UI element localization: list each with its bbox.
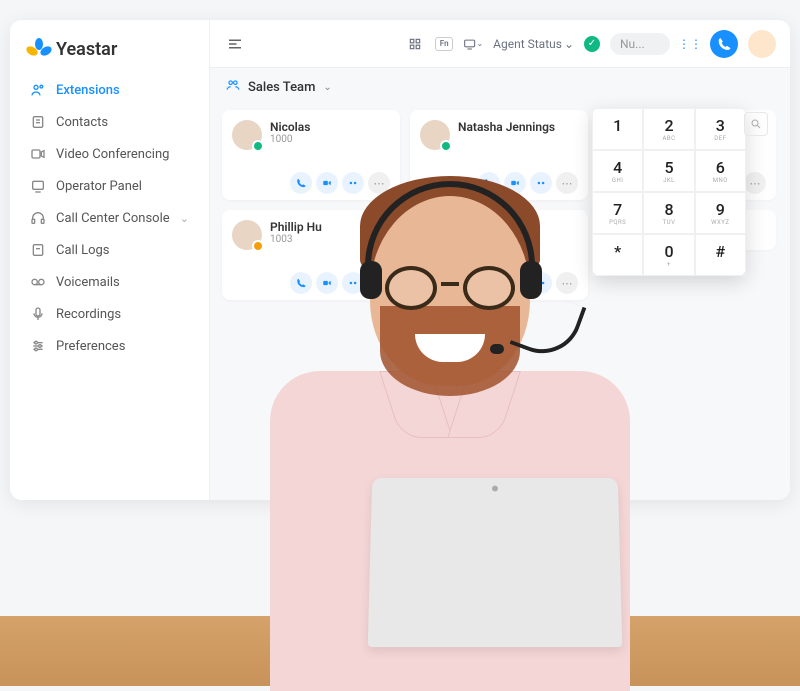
call-button[interactable] xyxy=(710,30,738,58)
laptop xyxy=(368,478,623,647)
chevron-down-icon: ⌄ xyxy=(323,82,331,93)
more-action[interactable]: ⋯ xyxy=(744,172,766,194)
microphone-icon xyxy=(30,306,46,322)
sidebar-item-label: Call Center Console xyxy=(56,211,170,226)
extensions-icon xyxy=(30,82,46,98)
voicemail-icon xyxy=(30,274,46,290)
sidebar-item-label: Recordings xyxy=(56,307,121,322)
dialpad-key-9[interactable]: 9WXYZ xyxy=(695,192,746,234)
sidebar-item-label: Extensions xyxy=(56,83,120,98)
sidebar-item-extensions[interactable]: Extensions xyxy=(20,74,199,106)
sidebar-item-contacts[interactable]: Contacts xyxy=(20,106,199,138)
operator-panel-icon xyxy=(30,178,46,194)
dialpad-key-1[interactable]: 1 xyxy=(592,108,643,150)
brand-logo: Yeastar xyxy=(20,38,199,74)
sidebar-item-call-center-console[interactable]: Call Center Console ⌄ xyxy=(20,202,199,234)
status-indicator[interactable]: ✓ xyxy=(584,36,600,52)
sidebar-item-label: Preferences xyxy=(56,339,125,354)
user-avatar[interactable] xyxy=(748,30,776,58)
call-logs-icon xyxy=(30,242,46,258)
chevron-down-icon: ⌄ xyxy=(564,37,574,51)
avatar xyxy=(232,120,262,150)
topbar: Fn ⌄ Agent Status⌄ ✓ Nu... ⋮⋮ xyxy=(210,20,790,68)
sidebar-item-recordings[interactable]: Recordings xyxy=(20,298,199,330)
avatar xyxy=(420,120,450,150)
monitor-icon[interactable]: ⌄ xyxy=(463,34,483,54)
team-name: Sales Team xyxy=(248,80,315,95)
team-icon xyxy=(226,78,240,96)
sidebar-item-operator-panel[interactable]: Operator Panel xyxy=(20,170,199,202)
sidebar-item-label: Operator Panel xyxy=(56,179,142,194)
dialpad-key-3[interactable]: 3DEF xyxy=(695,108,746,150)
dialpad-key-hash[interactable]: # xyxy=(695,234,746,276)
team-header[interactable]: Sales Team ⌄ xyxy=(210,68,790,106)
dialpad-key-6[interactable]: 6MNO xyxy=(695,150,746,192)
extension-number: 1000 xyxy=(270,134,310,145)
headset-icon xyxy=(30,210,46,226)
sidebar-item-label: Voicemails xyxy=(56,275,120,290)
search-icon[interactable] xyxy=(744,112,768,136)
fn-icon[interactable]: Fn xyxy=(435,37,453,51)
dial-number-input[interactable]: Nu... xyxy=(610,33,670,55)
status-badge xyxy=(252,140,264,152)
sidebar-item-video-conferencing[interactable]: Video Conferencing xyxy=(20,138,199,170)
chevron-down-icon: ⌄ xyxy=(180,212,189,225)
sidebar-item-label: Video Conferencing xyxy=(56,147,169,162)
sidebar-item-call-logs[interactable]: Call Logs xyxy=(20,234,199,266)
yeastar-logo-icon xyxy=(28,38,50,60)
contacts-icon xyxy=(30,114,46,130)
sidebar-item-label: Contacts xyxy=(56,115,108,130)
sidebar-item-preferences[interactable]: Preferences xyxy=(20,330,199,362)
sidebar: Yeastar Extensions Contacts Video Confer… xyxy=(10,20,210,500)
preferences-icon xyxy=(30,338,46,354)
brand-name: Yeastar xyxy=(56,39,117,60)
agent-status-dropdown[interactable]: Agent Status⌄ xyxy=(493,37,574,51)
extension-name: Nicolas xyxy=(270,120,310,134)
sidebar-item-label: Call Logs xyxy=(56,243,110,258)
grid-view-icon[interactable] xyxy=(405,34,425,54)
person-foreground xyxy=(240,176,660,686)
video-icon xyxy=(30,146,46,162)
dialpad-icon[interactable]: ⋮⋮ xyxy=(680,34,700,54)
dialpad-key-2[interactable]: 2ABC xyxy=(643,108,694,150)
sidebar-item-voicemails[interactable]: Voicemails xyxy=(20,266,199,298)
collapse-menu-icon[interactable] xyxy=(224,33,246,55)
extension-name: Natasha Jennings xyxy=(458,120,555,134)
status-badge xyxy=(440,140,452,152)
